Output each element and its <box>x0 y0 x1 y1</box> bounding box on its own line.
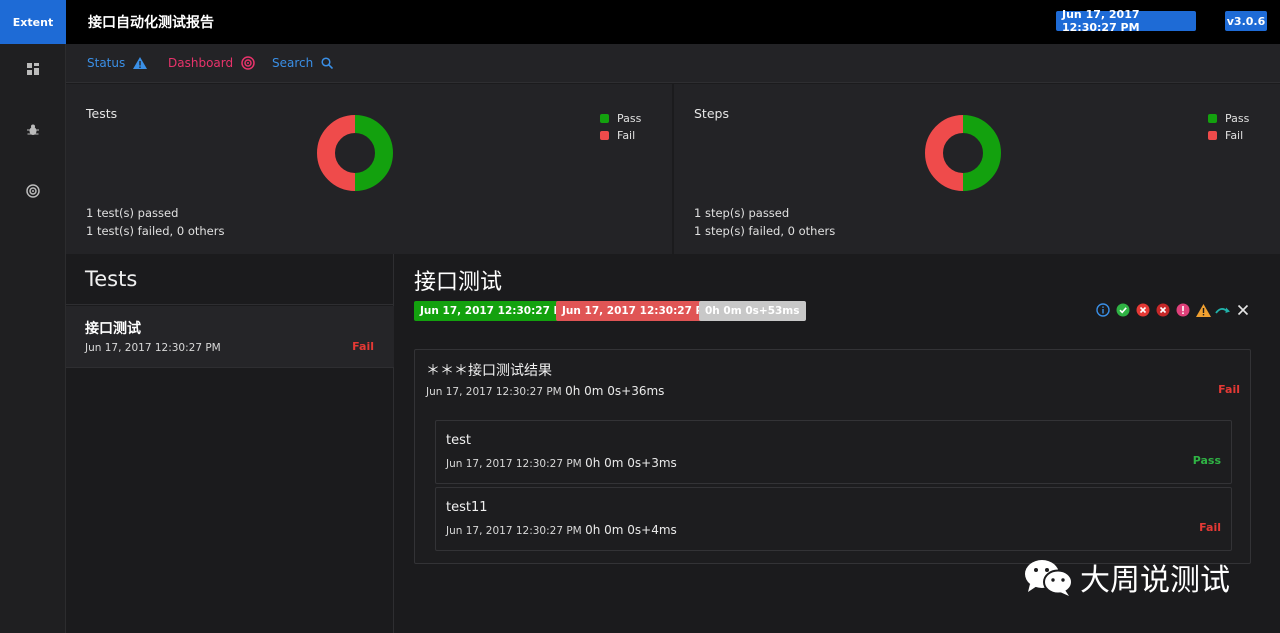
error-exclamation-icon[interactable] <box>1175 302 1191 318</box>
child-node: test11 Jun 17, 2017 12:30:27 PM 0h 0m 0s… <box>435 487 1232 551</box>
child-time: Jun 17, 2017 12:30:27 PM 0h 0m 0s+4ms <box>446 523 677 537</box>
sidebar: Extent <box>0 0 66 633</box>
fail-swatch <box>1208 131 1217 140</box>
test-list-heading: Tests <box>85 267 138 291</box>
tests-passed-text: 1 test(s) passed <box>86 206 179 220</box>
pass-swatch <box>600 114 609 123</box>
brand-logo[interactable]: Extent <box>0 0 66 44</box>
donut-slice-pass <box>962 115 1001 191</box>
nav-search-label: Search <box>272 56 314 70</box>
legend-pass-label: Pass <box>1225 112 1250 125</box>
test-item-status: Fail <box>352 340 374 353</box>
watermark: 大周说测试 <box>1022 555 1230 599</box>
tests-panel-title: Tests <box>86 106 118 121</box>
donut-slice-fail <box>317 115 356 191</box>
pass-swatch <box>1208 114 1217 123</box>
legend-fail: Fail <box>1208 127 1249 144</box>
test-list-header: Tests <box>66 254 394 305</box>
legend-fail: Fail <box>600 127 641 144</box>
search-icon <box>321 57 334 69</box>
legend-fail-label: Fail <box>617 129 636 142</box>
node-duration: 0h 0m 0s+36ms <box>565 384 665 398</box>
tests-failed-text: 1 test(s) failed, 0 others <box>86 224 225 238</box>
fail-swatch <box>600 131 609 140</box>
legend-fail-label: Fail <box>1225 129 1244 142</box>
steps-panel-title: Steps <box>694 106 729 121</box>
nav-status[interactable]: Status <box>87 56 148 70</box>
top-bar: 接口自动化测试报告 Jun 17, 2017 12:30:27 PM v3.0.… <box>66 0 1280 44</box>
close-icon[interactable] <box>1235 302 1251 318</box>
list-item[interactable]: 接口测试 Jun 17, 2017 12:30:27 PM Fail <box>66 306 394 368</box>
steps-legend: Pass Fail <box>1208 110 1249 144</box>
bug-icon[interactable] <box>22 119 44 141</box>
donut-slice-fail <box>925 115 964 191</box>
child-duration: 0h 0m 0s+3ms <box>585 456 677 470</box>
date-badge: Jun 17, 2017 12:30:27 PM <box>1056 8 1196 34</box>
node-time: Jun 17, 2017 12:30:27 PM 0h 0m 0s+36ms <box>426 384 664 398</box>
warning-triangle-icon[interactable] <box>1195 302 1211 318</box>
fail-x-icon[interactable] <box>1135 302 1151 318</box>
child-duration: 0h 0m 0s+4ms <box>585 523 677 537</box>
test-item-time: Jun 17, 2017 12:30:27 PM <box>85 342 221 354</box>
steps-donut-chart <box>925 115 1001 191</box>
test-node: ＊＊＊接口测试结果 Jun 17, 2017 12:30:27 PM 0h 0m… <box>414 349 1251 564</box>
steps-failed-text: 1 step(s) failed, 0 others <box>694 224 836 238</box>
child-status: Fail <box>1199 521 1221 534</box>
tests-legend: Pass Fail <box>600 110 641 144</box>
child-timestamp: Jun 17, 2017 12:30:27 PM <box>446 458 582 470</box>
child-node: test Jun 17, 2017 12:30:27 PM 0h 0m 0s+3… <box>435 420 1232 484</box>
nav-dashboard[interactable]: Dashboard <box>168 56 255 70</box>
node-status: Fail <box>1218 383 1240 396</box>
node-timestamp: Jun 17, 2017 12:30:27 PM <box>426 386 562 398</box>
child-time: Jun 17, 2017 12:30:27 PM 0h 0m 0s+3ms <box>446 456 677 470</box>
duration-chip: 0h 0m 0s+53ms <box>699 301 806 321</box>
legend-pass: Pass <box>600 110 641 127</box>
radar-icon <box>241 56 255 70</box>
detail-title: 接口测试 <box>414 270 503 295</box>
nav-dashboard-label: Dashboard <box>168 56 234 70</box>
report-title: 接口自动化测试报告 <box>88 15 214 31</box>
node-name: ＊＊＊接口测试结果 <box>426 363 552 379</box>
status-filter-icons <box>1095 301 1251 319</box>
nav-bar: Status Dashboard Search <box>66 44 1280 83</box>
steps-passed-text: 1 step(s) passed <box>694 206 790 220</box>
warning-triangle-icon <box>133 57 148 69</box>
start-time-chip: Jun 17, 2017 12:30:27 PM <box>414 301 578 321</box>
child-status: Pass <box>1192 454 1221 467</box>
version-badge: v3.0.6 <box>1225 11 1267 31</box>
wechat-icon <box>1025 560 1073 596</box>
nav-status-label: Status <box>87 56 126 70</box>
legend-pass-label: Pass <box>617 112 642 125</box>
test-list: Tests 接口测试 Jun 17, 2017 12:30:27 PM Fail <box>66 254 394 633</box>
steps-stats-panel: Steps Pass Fail 1 step(s) passed 1 step(… <box>674 84 1280 254</box>
radar-icon[interactable] <box>22 180 44 202</box>
info-icon[interactable] <box>1095 302 1111 318</box>
pass-check-icon[interactable] <box>1115 302 1131 318</box>
fatal-x-icon[interactable] <box>1155 302 1171 318</box>
test-item-name: 接口测试 <box>85 321 141 337</box>
skip-arrow-icon[interactable] <box>1215 302 1231 318</box>
dashboard-grid-icon[interactable] <box>22 58 44 80</box>
child-name: test <box>446 433 471 448</box>
tests-stats-panel: Tests Pass Fail 1 test(s) passed 1 test(… <box>66 84 673 254</box>
child-name: test11 <box>446 500 488 515</box>
donut-slice-pass <box>354 115 393 191</box>
tests-donut-chart <box>317 115 393 191</box>
legend-pass: Pass <box>1208 110 1249 127</box>
end-time-chip: Jun 17, 2017 12:30:27 PM <box>556 301 720 321</box>
watermark-text: 大周说测试 <box>1080 563 1230 598</box>
nav-search[interactable]: Search <box>272 56 334 70</box>
child-timestamp: Jun 17, 2017 12:30:27 PM <box>446 525 582 537</box>
